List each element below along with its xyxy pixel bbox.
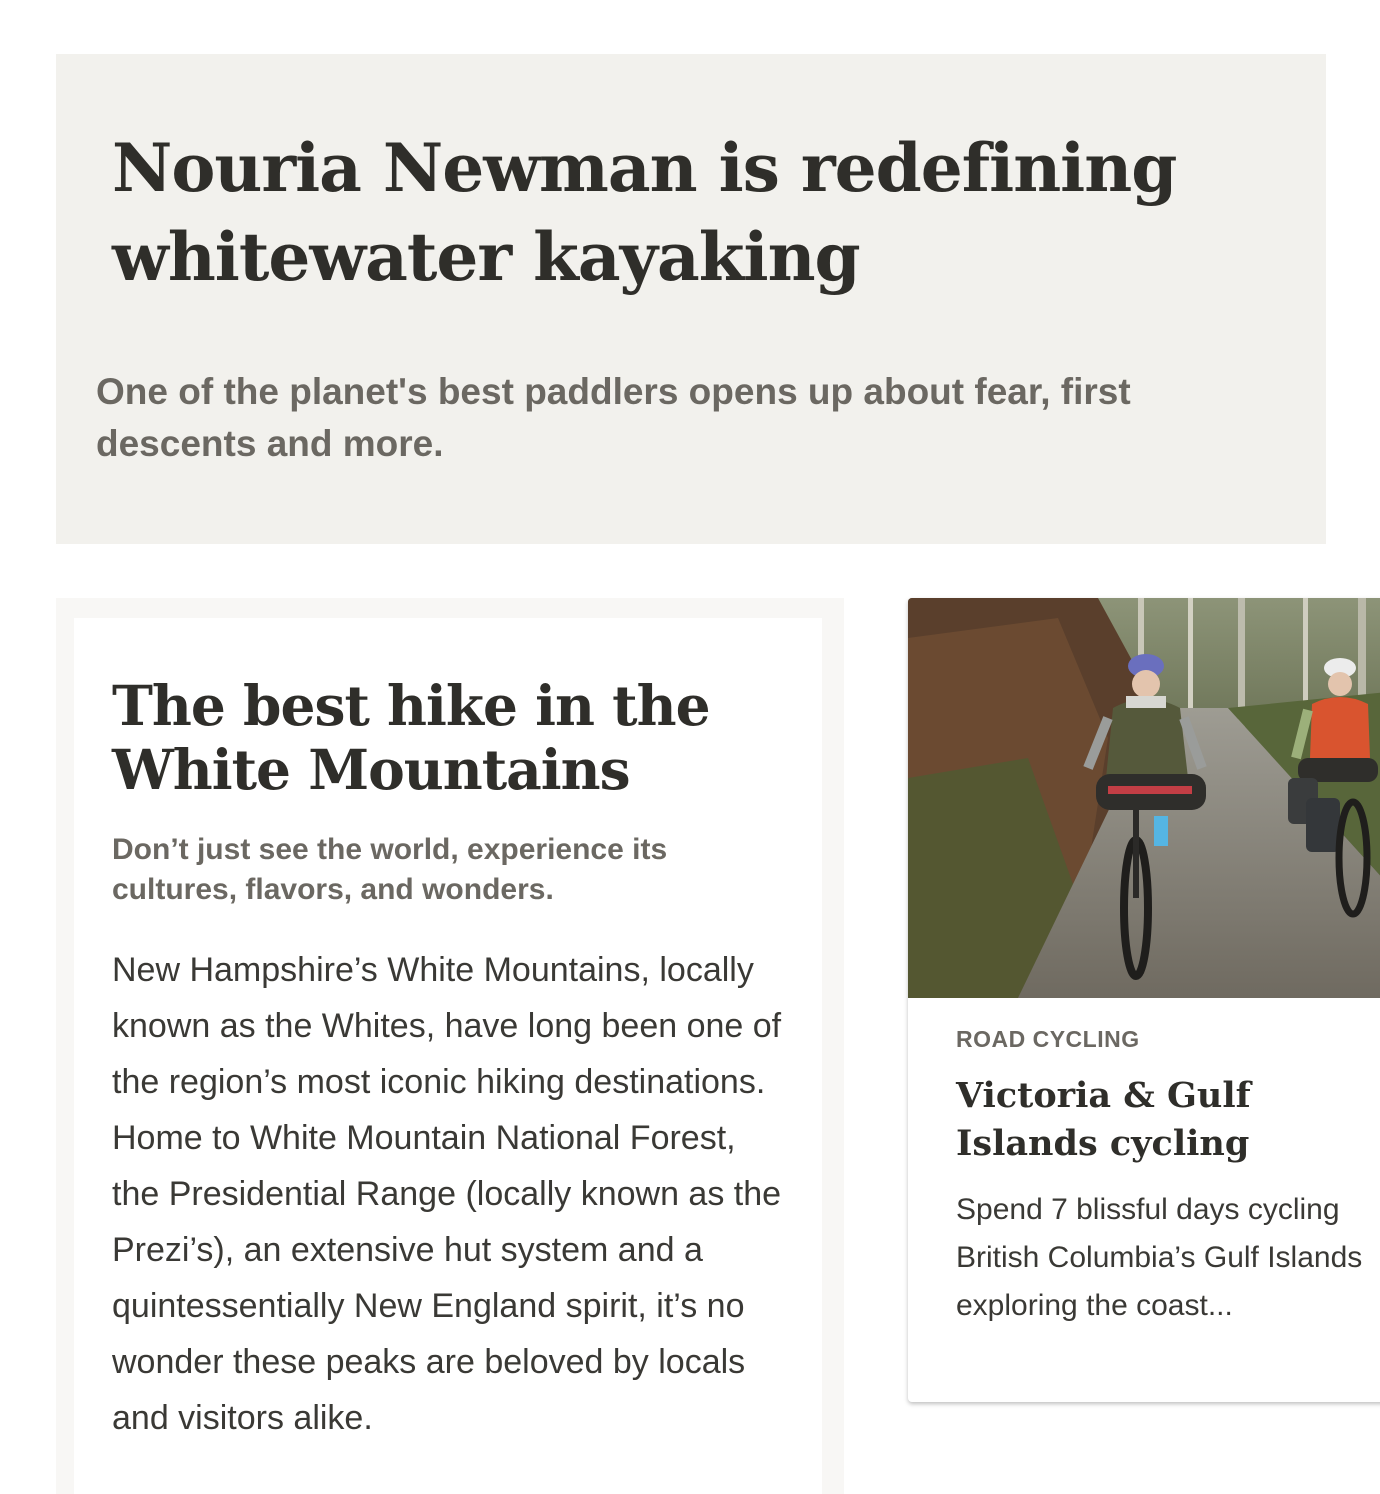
hero-title[interactable]: Nouria Newman is redefining whitewater k… — [112, 124, 1212, 302]
trip-category: ROAD CYCLING — [956, 1026, 1140, 1052]
hero-subtitle: One of the planet's best paddlers opens … — [96, 371, 1131, 464]
article-title[interactable]: The best hike in the White Mountains — [112, 674, 792, 802]
article-dek: Don’t just see the world, experience its… — [112, 833, 668, 906]
article-body: New Hampshire’s White Mountains, locally… — [112, 951, 782, 1437]
trip-card[interactable]: ROAD CYCLING Victoria & Gulf Islands cyc… — [908, 598, 1380, 1402]
article-frame: The best hike in the White Mountains Don… — [56, 598, 844, 1494]
cyclists-photo[interactable] — [908, 598, 1380, 998]
page: Nouria Newman is redefining whitewater k… — [0, 0, 1380, 1494]
article-card: The best hike in the White Mountains Don… — [74, 618, 822, 1494]
cyclists-photo-illustration — [908, 598, 1380, 998]
trip-description: Spend 7 blissful days cycling British Co… — [956, 1193, 1363, 1322]
trip-title[interactable]: Victoria & Gulf Islands cycling — [956, 1072, 1376, 1168]
hero-card[interactable]: Nouria Newman is redefining whitewater k… — [56, 54, 1326, 544]
